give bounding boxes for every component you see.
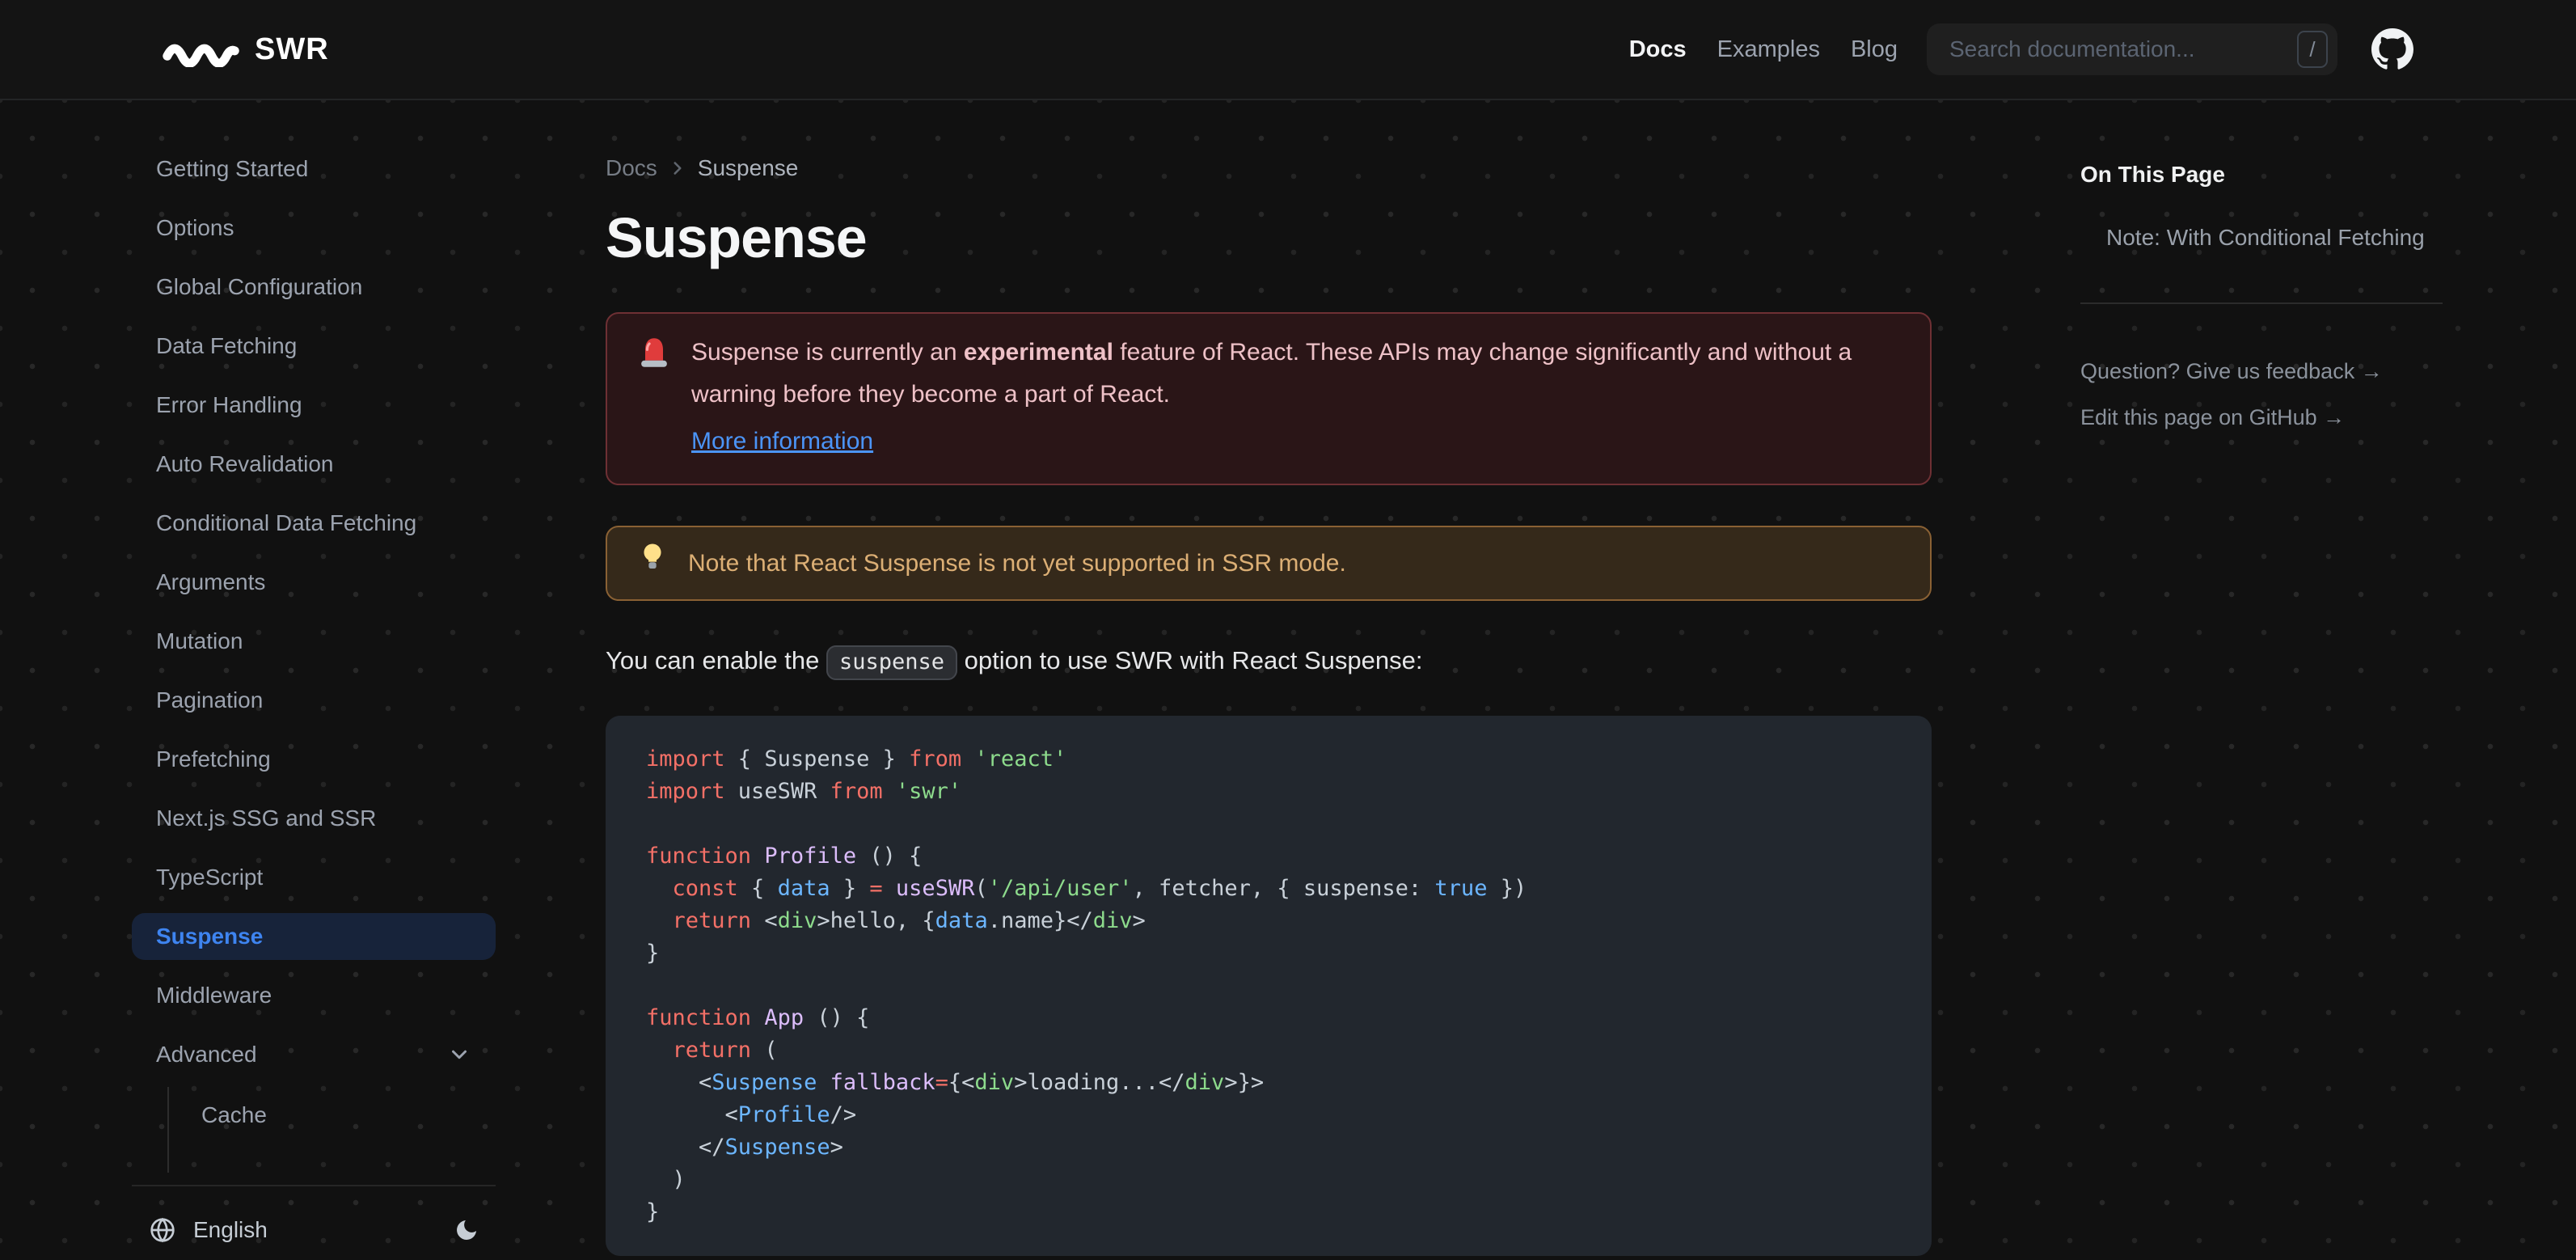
sidebar-item-label: Conditional Data Fetching xyxy=(156,510,417,535)
code-line: function App () { xyxy=(646,1005,870,1030)
sidebar-item-label: Advanced xyxy=(156,1042,257,1067)
intro-paragraph: You can enable the suspense option to us… xyxy=(606,645,1932,680)
sidebar-item-data-fetching[interactable]: Data Fetching xyxy=(132,323,496,370)
navbar: SWR Docs Examples Blog / xyxy=(0,0,2576,100)
sidebar-item-label: Arguments xyxy=(156,569,266,594)
nav-link-examples[interactable]: Examples xyxy=(1717,36,1820,63)
error-text-part: experimental xyxy=(963,339,1113,366)
nav-link-blog[interactable]: Blog xyxy=(1851,36,1898,63)
sidebar-item-advanced[interactable]: Advanced xyxy=(132,1031,496,1078)
code-line: const { data } = useSWR('/api/user', fet… xyxy=(672,876,1527,901)
sidebar-item-label: Data Fetching xyxy=(156,333,298,358)
sidebar-item-prefetching[interactable]: Prefetching xyxy=(132,736,496,783)
breadcrumb: Docs Suspense xyxy=(606,155,1932,181)
code-line: import { Suspense } from 'react' xyxy=(646,746,1067,772)
swr-logo[interactable]: SWR xyxy=(163,32,329,67)
swr-wave-icon xyxy=(163,32,240,67)
breadcrumb-suspense: Suspense xyxy=(697,155,799,180)
sidebar-item-global-configuration[interactable]: Global Configuration xyxy=(132,264,496,311)
main-content: Docs Suspense Suspense Suspense is curren… xyxy=(606,100,1932,1260)
toc-link-question-give-us-feedback[interactable]: Question? Give us feedback → xyxy=(2080,359,2444,384)
sidebar-item-label: Pagination xyxy=(156,687,264,712)
navbar-links: Docs Examples Blog xyxy=(1629,36,1898,63)
search-shortcut-key: / xyxy=(2297,31,2328,68)
bulb-icon xyxy=(636,540,669,586)
nav-link-docs[interactable]: Docs xyxy=(1629,36,1687,63)
toc-item-note-with-conditional-fetching[interactable]: Note: With Conditional Fetching xyxy=(2080,225,2444,251)
theme-toggle-moon-icon[interactable] xyxy=(454,1217,479,1243)
sidebar-item-arguments[interactable]: Arguments xyxy=(132,559,496,606)
sidebar-item-label: Suspense xyxy=(156,924,264,949)
error-callout-text: Suspense is currently an experimental fe… xyxy=(691,332,1901,416)
sidebar-item-label: Prefetching xyxy=(156,746,271,772)
sidebar-item-label: Auto Revalidation xyxy=(156,451,334,476)
sidebar-item-label: Next.js SSG and SSR xyxy=(156,805,377,831)
sidebar-item-mutation[interactable]: Mutation xyxy=(132,618,496,665)
sidebar-item-auto-revalidation[interactable]: Auto Revalidation xyxy=(132,441,496,488)
page-title: Suspense xyxy=(606,206,868,269)
sidebar-subgroup: Cache xyxy=(167,1087,496,1173)
code-line: <Suspense fallback={<div>loading...</div… xyxy=(646,1070,1265,1095)
language-selector[interactable]: English xyxy=(193,1217,268,1243)
more-information-link[interactable]: More information xyxy=(691,421,873,463)
sidebar-item-options[interactable]: Options xyxy=(132,205,496,252)
breadcrumb-docs[interactable]: Docs xyxy=(606,155,657,181)
sidebar-item-suspense[interactable]: Suspense xyxy=(132,913,496,960)
sidebar-item-typescript[interactable]: TypeScript xyxy=(132,854,496,901)
code-line: function Profile () { xyxy=(646,844,923,869)
warning-callout-text: Note that React Suspense is not yet supp… xyxy=(688,549,1346,577)
github-icon[interactable] xyxy=(2371,28,2413,70)
sidebar-item-label: Getting Started xyxy=(156,156,309,181)
siren-icon xyxy=(636,332,672,463)
search-input[interactable] xyxy=(1927,23,2337,75)
paragraph-text: option to use SWR with React Suspense: xyxy=(956,646,1423,674)
sidebar-item-getting-started[interactable]: Getting Started xyxy=(132,146,496,192)
code-line: <Profile/> xyxy=(646,1102,857,1127)
sidebar-item-label: Error Handling xyxy=(156,392,302,417)
sidebar: Getting Started Options Global Configurati… xyxy=(124,100,504,1260)
error-text-part: Suspense is currently an xyxy=(691,339,964,366)
toc-link-edit-this-page-on-github[interactable]: Edit this page on GitHub → xyxy=(2080,405,2444,430)
sidebar-item-label: Middleware xyxy=(156,983,272,1008)
sidebar-item-pagination[interactable]: Pagination xyxy=(132,677,496,724)
logo-text: SWR xyxy=(255,32,329,66)
chevron-down-icon xyxy=(447,1042,471,1067)
code-line: </Suspense> xyxy=(646,1135,843,1160)
code-line: } xyxy=(646,1199,660,1224)
sidebar-item-label: Options xyxy=(156,215,234,240)
sidebar-item-label: TypeScript xyxy=(156,865,264,890)
sidebar-item-label: Mutation xyxy=(156,628,243,653)
table-of-contents: On This Page Note: With Conditional Fetc… xyxy=(2080,100,2452,1260)
sidebar-item-middleware[interactable]: Middleware xyxy=(132,972,496,1019)
warning-callout: Note that React Suspense is not yet supp… xyxy=(606,526,1932,601)
search-box: / xyxy=(1927,23,2337,75)
sidebar-item-cache[interactable]: Cache xyxy=(201,1095,496,1135)
code-line: return ( xyxy=(672,1038,778,1063)
paragraph-text: You can enable the xyxy=(606,646,826,674)
code-line: ) xyxy=(646,1167,686,1192)
error-callout: Suspense is currently an experimental fe… xyxy=(606,312,1932,485)
code-line: import useSWR from 'swr' xyxy=(646,779,962,804)
inline-code-suspense: suspense xyxy=(826,645,957,680)
sidebar-item-error-handling[interactable]: Error Handling xyxy=(132,382,496,429)
globe-icon xyxy=(150,1217,175,1243)
sidebar-footer: English xyxy=(132,1185,496,1249)
sidebar-item-next-js-ssg-and-ssr[interactable]: Next.js SSG and SSR xyxy=(132,795,496,842)
code-line: return <div>hello, {data.name}</div> xyxy=(672,908,1146,933)
sidebar-item-conditional-data-fetching[interactable]: Conditional Data Fetching xyxy=(132,500,496,547)
toc-title: On This Page xyxy=(2080,162,2225,187)
chevron-right-icon xyxy=(667,158,688,179)
code-block[interactable]: import { Suspense } from 'react' import u… xyxy=(606,716,1932,1256)
code-line: } xyxy=(646,941,660,966)
toc-divider xyxy=(2080,302,2443,304)
sidebar-item-label: Global Configuration xyxy=(156,274,363,299)
